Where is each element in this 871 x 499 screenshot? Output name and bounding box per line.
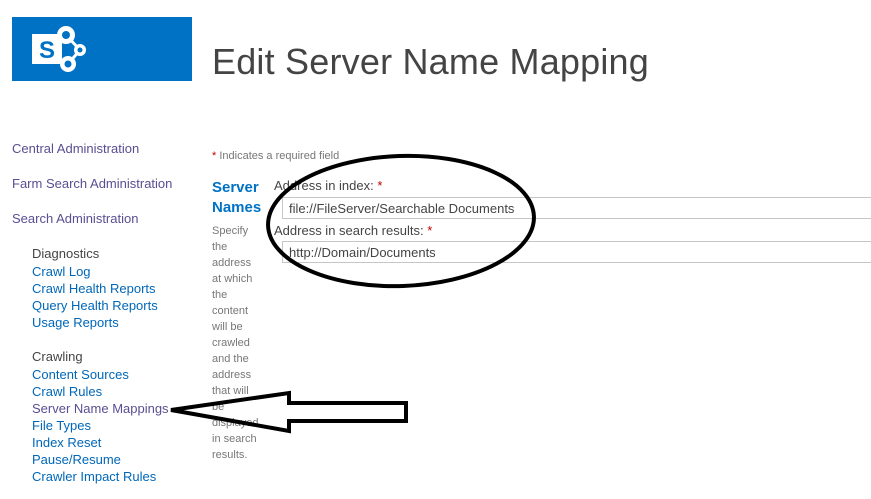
address-in-search-results-required-star: * xyxy=(427,223,433,238)
nav-item-server-name-mappings[interactable]: Server Name Mappings xyxy=(32,400,169,417)
nav-item-pause-resume[interactable]: Pause/Resume xyxy=(32,451,121,468)
nav-item-crawl-health-reports[interactable]: Crawl Health Reports xyxy=(32,280,156,297)
nav-item-query-health-reports[interactable]: Query Health Reports xyxy=(32,297,158,314)
nav-item-crawl-log[interactable]: Crawl Log xyxy=(32,263,91,280)
nav-item-usage-reports[interactable]: Usage Reports xyxy=(32,314,119,331)
address-in-search-results-label: Address in search results: * xyxy=(274,223,432,238)
highlight-ellipse xyxy=(266,153,536,289)
nav-heading-crawling: Crawling xyxy=(32,349,83,364)
sharepoint-logo[interactable]: S xyxy=(12,17,192,81)
nav-item-index-reset[interactable]: Index Reset xyxy=(32,434,101,451)
nav-item-crawler-impact-rules[interactable]: Crawler Impact Rules xyxy=(32,468,156,485)
address-in-index-required-star: * xyxy=(377,178,383,193)
section-description: Specify the address at which the content… xyxy=(212,225,259,461)
logo-letter: S xyxy=(39,37,55,64)
pointer-arrow-icon xyxy=(170,390,408,434)
address-in-search-results-input[interactable] xyxy=(282,241,871,263)
address-in-index-label: Address in index: * xyxy=(274,178,382,193)
required-text: Indicates a required field xyxy=(216,150,340,162)
nav-item-content-sources[interactable]: Content Sources xyxy=(32,366,129,383)
nav-heading-diagnostics: Diagnostics xyxy=(32,246,100,261)
nav-item-crawl-rules[interactable]: Crawl Rules xyxy=(32,383,102,400)
sharepoint-logo-icon: S xyxy=(32,26,86,72)
nav-search-administration[interactable]: Search Administration xyxy=(12,211,138,226)
address-in-index-input[interactable] xyxy=(282,197,871,219)
nav-central-administration[interactable]: Central Administration xyxy=(12,141,139,156)
address-in-search-results-label-text: Address in search results: xyxy=(274,223,424,238)
section-title: Server Names xyxy=(212,179,262,216)
required-field-note: * Indicates a required field xyxy=(212,150,339,162)
page-title: Edit Server Name Mapping xyxy=(212,41,649,82)
nav-item-file-types[interactable]: File Types xyxy=(32,417,91,434)
nav-farm-search-administration[interactable]: Farm Search Administration xyxy=(12,176,172,191)
address-in-index-label-text: Address in index: xyxy=(274,178,374,193)
